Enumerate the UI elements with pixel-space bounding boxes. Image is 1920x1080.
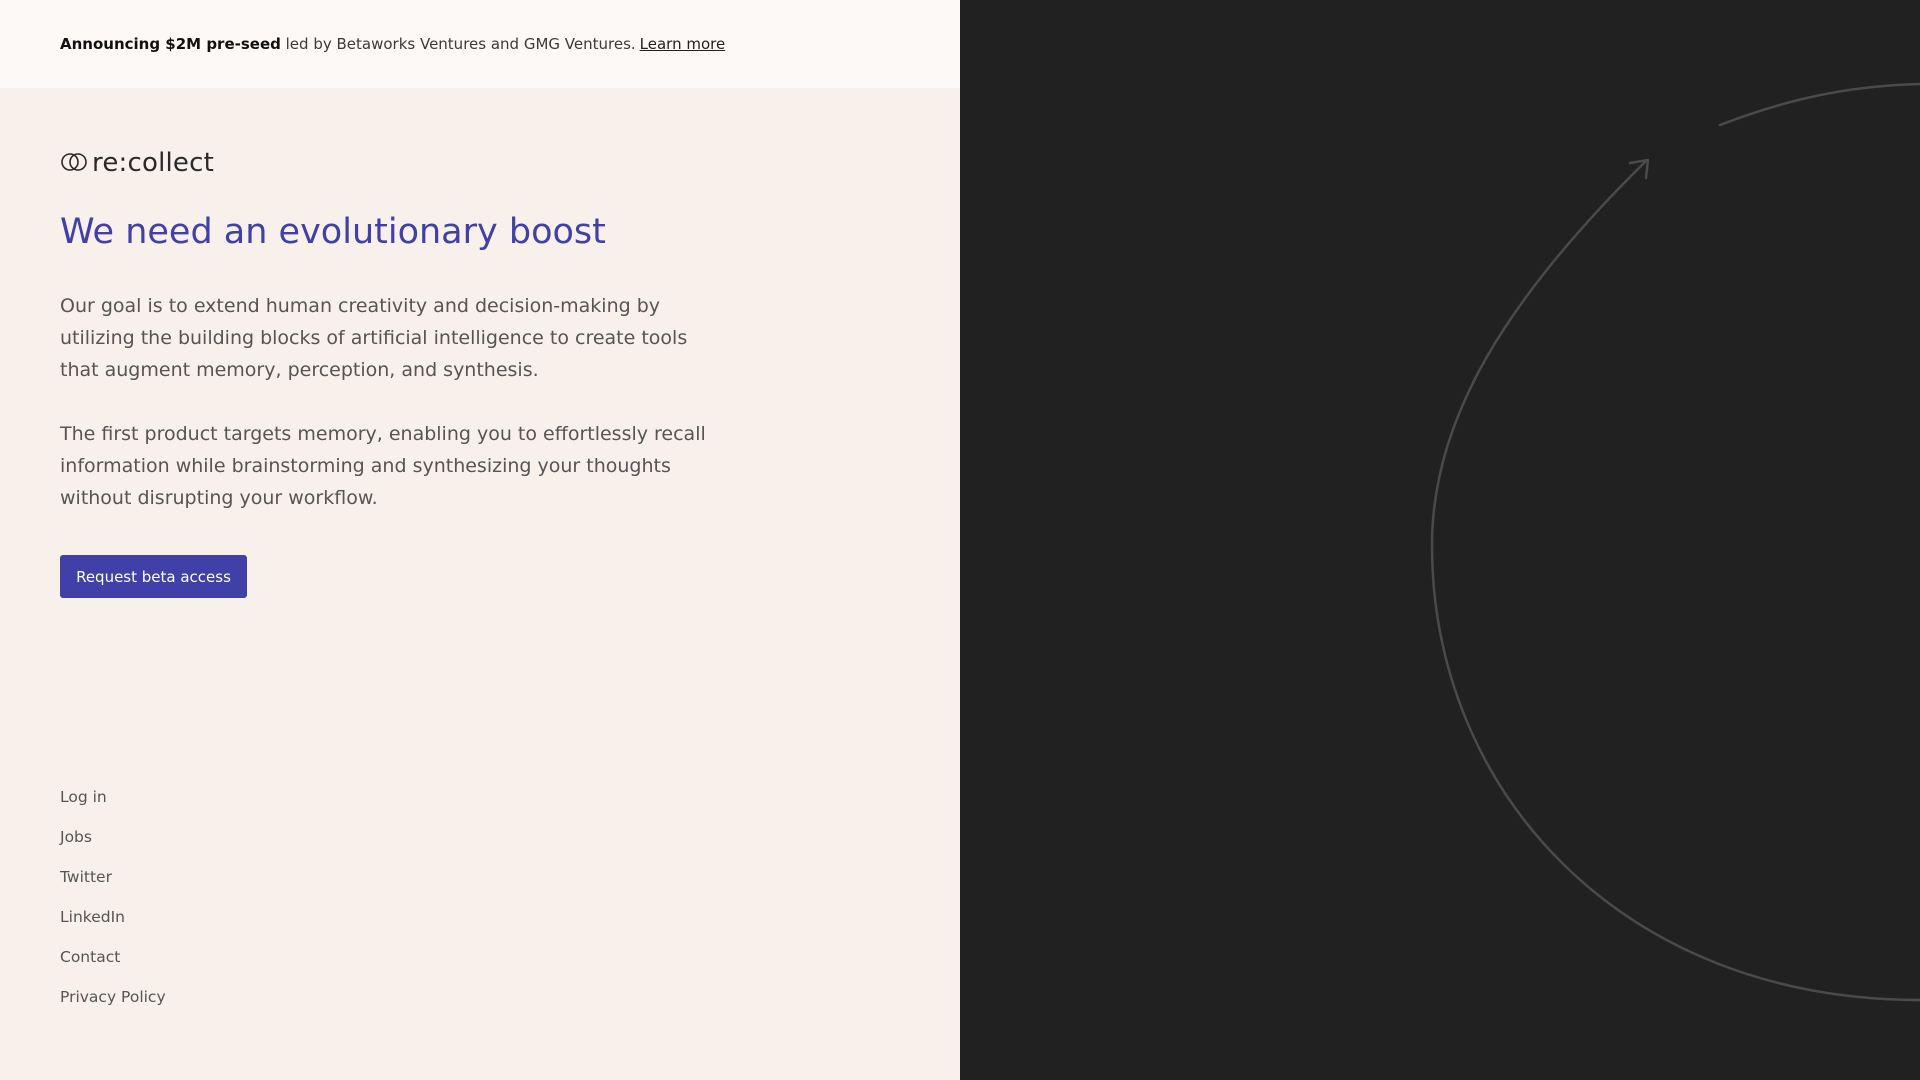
circular-arrow-icon — [1430, 82, 1920, 1002]
footer-link-twitter[interactable]: Twitter — [60, 865, 166, 905]
content-panel: Announcing $2M pre-seed led by Betaworks… — [0, 0, 960, 1080]
page: Announcing $2M pre-seed led by Betaworks… — [0, 0, 1920, 1080]
announcement-strong: Announcing $2M pre-seed — [60, 35, 281, 53]
brand-logo[interactable]: re:collect — [60, 148, 214, 178]
announcement-banner: Announcing $2M pre-seed led by Betaworks… — [0, 0, 960, 88]
learn-more-link[interactable]: Learn more — [640, 35, 726, 53]
footer-link-jobs[interactable]: Jobs — [60, 825, 166, 865]
request-beta-access-button[interactable]: Request beta access — [60, 555, 247, 598]
intro-paragraph: Our goal is to extend human creativity a… — [60, 295, 688, 381]
decorative-panel — [960, 0, 1920, 1080]
page-title: We need an evolutionary boost — [60, 212, 606, 252]
footer-nav: Log in Jobs Twitter LinkedIn Contact Pri… — [60, 785, 166, 1025]
footer-link-contact[interactable]: Contact — [60, 945, 166, 985]
brand-name: re:collect — [92, 148, 215, 178]
overlapping-circles-icon — [60, 150, 90, 176]
footer-link-linkedin[interactable]: LinkedIn — [60, 905, 166, 945]
announcement-text: led by Betaworks Ventures and GMG Ventur… — [280, 35, 636, 53]
footer-link-log-in[interactable]: Log in — [60, 785, 166, 825]
product-paragraph: The first product targets memory, enabli… — [60, 423, 706, 509]
footer-link-privacy-policy[interactable]: Privacy Policy — [60, 985, 166, 1025]
